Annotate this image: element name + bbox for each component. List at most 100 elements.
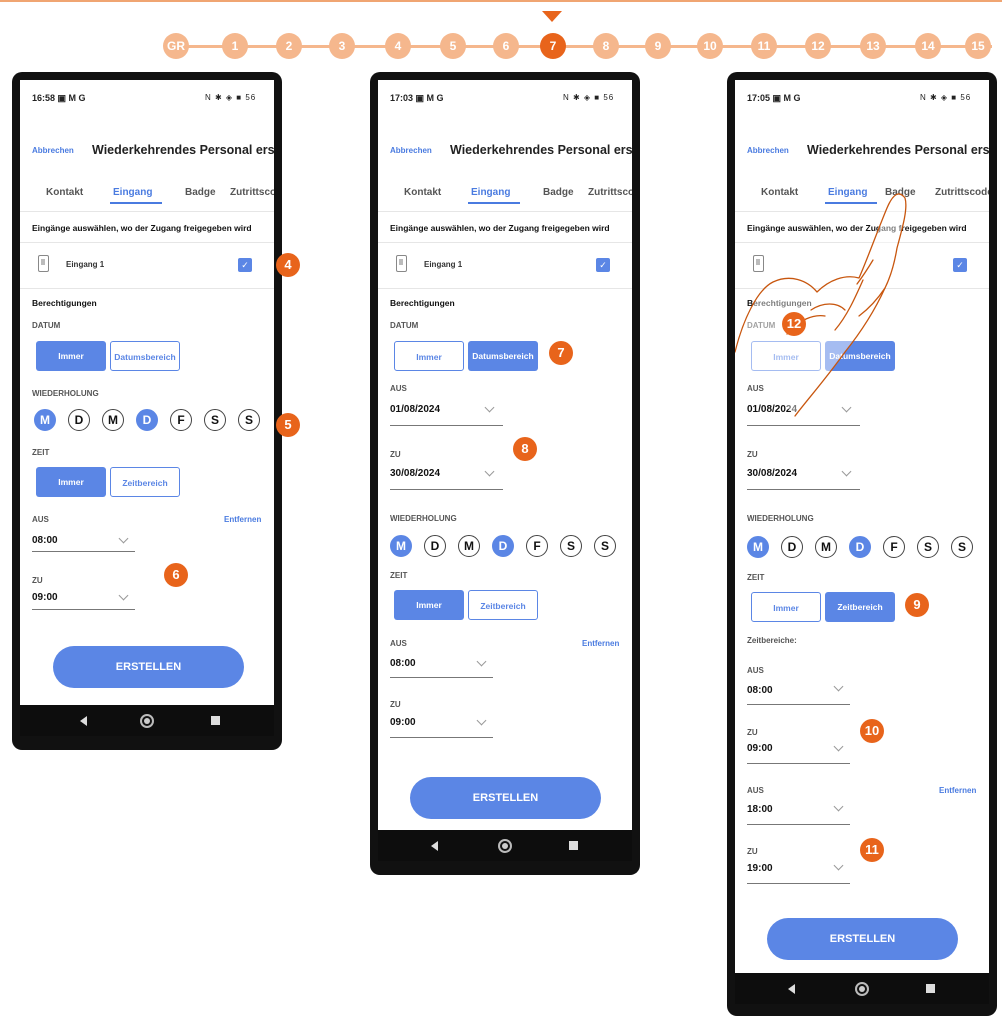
zeitbereich-button[interactable]: Zeitbereich (110, 467, 180, 497)
divider (20, 288, 274, 289)
weekday-toggle[interactable]: S (560, 535, 582, 557)
step-3[interactable]: 3 (329, 33, 355, 59)
home-icon[interactable] (855, 981, 869, 996)
weekday-toggle[interactable]: M (34, 409, 56, 431)
weekday-toggle[interactable]: S (917, 536, 939, 558)
android-nav-bar (378, 830, 632, 861)
weekday-toggle[interactable]: S (204, 409, 226, 431)
input-underline (747, 489, 860, 490)
step-6[interactable]: 6 (493, 33, 519, 59)
step-14[interactable]: 14 (915, 33, 941, 59)
step-9[interactable]: 9 (645, 33, 671, 59)
step-5[interactable]: 5 (440, 33, 466, 59)
zeitbereich-button[interactable]: Zeitbereich (825, 592, 895, 622)
create-button[interactable]: ERSTELLEN (410, 777, 601, 819)
step-11[interactable]: 11 (751, 33, 777, 59)
recent-apps-icon[interactable] (211, 715, 220, 725)
step-2[interactable]: 2 (276, 33, 302, 59)
tab-badge[interactable]: Badge (185, 187, 216, 198)
datumsbereich-button[interactable]: Datumsbereich (468, 341, 538, 371)
zeitbereich-button[interactable]: Zeitbereich (468, 590, 538, 620)
zu-label: ZU (32, 576, 43, 585)
tab-zutrittscode[interactable]: Zutrittscode (588, 187, 632, 198)
back-icon[interactable] (431, 840, 438, 851)
tab-underline (468, 202, 520, 204)
step-progress-bar: GR 1 2 3 4 5 6 7 8 9 10 11 12 13 14 15 (0, 33, 1002, 59)
range1-from-value[interactable]: 08:00 (747, 685, 773, 696)
weekday-toggle[interactable]: D (849, 536, 871, 558)
tab-badge[interactable]: Badge (543, 187, 574, 198)
weekday-toggle[interactable]: D (68, 409, 90, 431)
weekday-toggle[interactable]: F (170, 409, 192, 431)
step-gr[interactable]: GR (163, 33, 189, 59)
range2-to-value[interactable]: 19:00 (747, 863, 773, 874)
zeit-immer-button[interactable]: Immer (36, 467, 106, 497)
datumsbereich-button[interactable]: Datumsbereich (110, 341, 180, 371)
weekday-toggle[interactable]: S (951, 536, 973, 558)
weekday-toggle[interactable]: M (102, 409, 124, 431)
weekday-toggle[interactable]: F (883, 536, 905, 558)
weekday-toggle[interactable]: D (136, 409, 158, 431)
cancel-link[interactable]: Abbrechen (390, 146, 432, 155)
chevron-down-icon (833, 860, 844, 871)
recent-apps-icon[interactable] (569, 840, 578, 850)
datum-immer-button[interactable]: Immer (394, 341, 464, 371)
weekday-toggle[interactable]: S (594, 535, 616, 557)
input-underline (390, 737, 493, 738)
zeit-immer-button[interactable]: Immer (751, 592, 821, 622)
input-underline (390, 489, 503, 490)
from-time-value[interactable]: 08:00 (32, 535, 58, 546)
remove-link[interactable]: Entfernen (939, 786, 976, 795)
step-1[interactable]: 1 (222, 33, 248, 59)
step-8[interactable]: 8 (593, 33, 619, 59)
tab-eingang[interactable]: Eingang (113, 187, 152, 198)
zeit-immer-button[interactable]: Immer (394, 590, 464, 620)
tab-kontakt[interactable]: Kontakt (46, 187, 83, 198)
back-icon[interactable] (80, 715, 87, 726)
remove-link[interactable]: Entfernen (224, 515, 261, 524)
step-7[interactable]: 7 (540, 33, 566, 59)
step-10[interactable]: 10 (697, 33, 723, 59)
to-date-value[interactable]: 30/08/2024 (390, 468, 440, 479)
from-date-value[interactable]: 01/08/2024 (390, 404, 440, 415)
recent-apps-icon[interactable] (926, 983, 935, 993)
range2-from-value[interactable]: 18:00 (747, 804, 773, 815)
to-time-value[interactable]: 09:00 (390, 717, 416, 728)
range1-to-value[interactable]: 09:00 (747, 743, 773, 754)
cancel-link[interactable]: Abbrechen (747, 146, 789, 155)
entries-prompt: Eingänge auswählen, wo der Zugang freige… (390, 223, 610, 233)
create-button[interactable]: ERSTELLEN (767, 918, 958, 960)
step-15[interactable]: 15 (965, 33, 991, 59)
weekday-toggle[interactable]: D (492, 535, 514, 557)
weekday-toggle[interactable]: D (781, 536, 803, 558)
weekday-toggle[interactable]: M (815, 536, 837, 558)
datum-label: DATUM (390, 321, 419, 330)
entry-checkbox[interactable]: ✓ (238, 258, 252, 272)
entry-checkbox[interactable]: ✓ (596, 258, 610, 272)
tab-eingang[interactable]: Eingang (471, 187, 510, 198)
weekday-toggle[interactable]: M (458, 535, 480, 557)
wiederholung-label: WIEDERHOLUNG (32, 389, 99, 398)
home-icon[interactable] (498, 838, 512, 853)
input-underline (32, 551, 135, 552)
page-title: Wiederkehrendes Personal erst.. (450, 143, 632, 157)
back-icon[interactable] (788, 983, 795, 994)
datum-immer-button[interactable]: Immer (36, 341, 106, 371)
from-time-value[interactable]: 08:00 (390, 658, 416, 669)
to-time-value[interactable]: 09:00 (32, 592, 58, 603)
weekday-toggle[interactable]: M (747, 536, 769, 558)
home-icon[interactable] (140, 713, 154, 728)
weekday-toggle[interactable]: M (390, 535, 412, 557)
to-date-value[interactable]: 30/08/2024 (747, 468, 797, 479)
step-12[interactable]: 12 (805, 33, 831, 59)
step-4[interactable]: 4 (385, 33, 411, 59)
remove-link[interactable]: Entfernen (582, 639, 619, 648)
create-button[interactable]: ERSTELLEN (53, 646, 244, 688)
tab-zutrittscode[interactable]: Zutrittscode (230, 187, 274, 198)
weekday-toggle[interactable]: S (238, 409, 260, 431)
step-13[interactable]: 13 (860, 33, 886, 59)
weekday-toggle[interactable]: F (526, 535, 548, 557)
tab-kontakt[interactable]: Kontakt (404, 187, 441, 198)
weekday-toggle[interactable]: D (424, 535, 446, 557)
cancel-link[interactable]: Abbrechen (32, 146, 74, 155)
